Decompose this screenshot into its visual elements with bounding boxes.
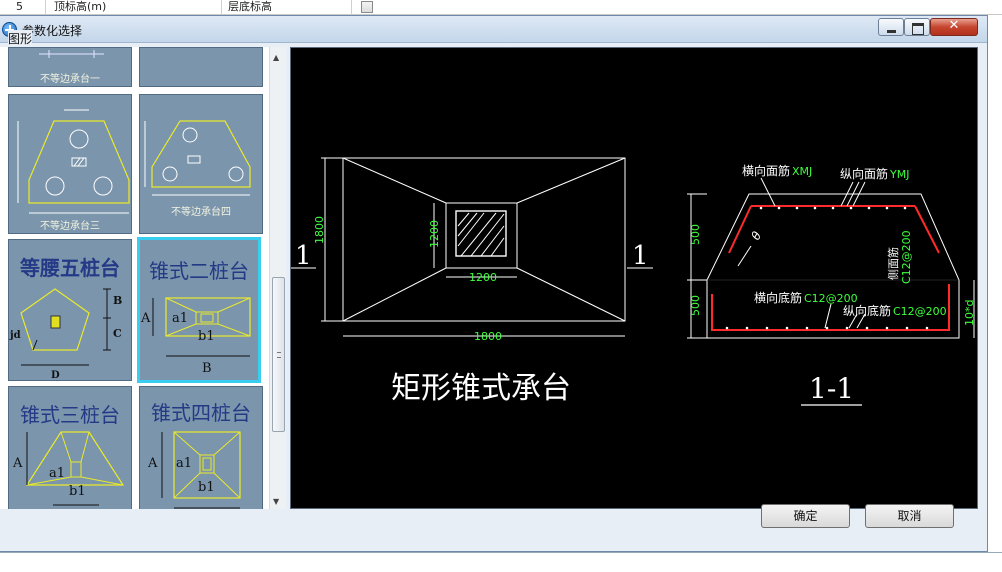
v-bot-rebar-value: C12@200 (893, 305, 947, 318)
dim-1800-vertical: 1800 (313, 216, 326, 244)
preview-canvas: 1800 1200 1200 1800 1 1 矩形锥式承台 500 500 1… (290, 47, 978, 509)
dim-1200-horizontal: 1200 (469, 271, 497, 284)
label-a1: a1 (176, 456, 192, 471)
tile-cone-4-pile[interactable]: 锥式四桩台 A a1 b1 (139, 386, 263, 509)
label-b1: b1 (69, 484, 86, 499)
shape-thumbnail-list: 不等边承台一 不等边承台三 不等边承台四 等腰五桩台 B C D jd 锥式二桩… (0, 47, 269, 509)
cone-3-pile-drawing: A a1 b1 (12, 431, 125, 506)
section-caption: 1-1 (809, 372, 854, 405)
thumbnail-scrollbar[interactable]: ▲ ▼ (269, 47, 286, 509)
cover-dim: 10*d (963, 300, 976, 326)
v-top-rebar-label: 纵向面筋 (840, 166, 888, 181)
cancel-button[interactable]: 取消 (865, 504, 954, 528)
isosceles-5-pile-drawing: B C D jd (9, 288, 122, 381)
close-button[interactable]: ✕ (930, 18, 978, 36)
label-jd: jd (9, 330, 21, 341)
close-icon: ✕ (948, 18, 960, 33)
scroll-up-icon[interactable]: ▲ (273, 53, 279, 62)
dim-1800-horizontal: 1800 (474, 330, 502, 343)
top-elevation-label: 顶标高(m) (50, 0, 222, 15)
dim-500-bottom: 500 (689, 295, 702, 316)
scroll-down-icon[interactable]: ▼ (273, 497, 279, 506)
section-mark-right: 1 (632, 241, 649, 271)
bottom-elevation-label: 层底标高 (224, 0, 352, 15)
tile-isosceles-5-pile[interactable]: 等腰五桩台 B C D jd (8, 239, 132, 381)
h-top-rebar-value: XMJ (792, 165, 812, 178)
minimize-icon[interactable] (878, 18, 904, 36)
label-a: A (147, 456, 158, 471)
side-rebar-label: 侧面筋 (886, 247, 900, 280)
label-b: B (113, 294, 122, 307)
h-top-rebar-label: 横向面筋 (742, 163, 790, 178)
dim-500-top: 500 (689, 224, 702, 245)
tile-blank-top[interactable] (139, 47, 263, 87)
tile-unequal-cap-4[interactable]: 不等边承台四 (139, 94, 263, 234)
tile-unequal-cap-3[interactable]: 不等边承台三 (8, 94, 132, 234)
label-b1: b1 (198, 480, 215, 495)
title-bar: 参数化选择 ✕ (0, 16, 987, 43)
cap-drawing: 1800 1200 1200 1800 1 1 矩形锥式承台 500 500 1… (291, 157, 976, 406)
cone-2-pile-drawing: A a1 b1 B (140, 297, 251, 376)
background-bottom-strip (0, 552, 1002, 572)
label-a: A (12, 456, 23, 471)
scrollbar-thumb[interactable] (272, 277, 285, 432)
tile-unequal-cap-1[interactable]: 不等边承台一 (8, 47, 132, 87)
label-a1: a1 (49, 466, 65, 481)
cone-4-pile-drawing: A a1 b1 (147, 431, 241, 509)
label-a1: a1 (172, 311, 188, 326)
scrollbar-grip (277, 352, 281, 358)
row-checkbox[interactable] (361, 1, 373, 13)
label-a: A (140, 311, 151, 326)
section-mark-left: 1 (295, 241, 312, 271)
label-b-big: B (202, 361, 212, 376)
tile-cone-3-pile[interactable]: 锥式三桩台 A a1 b1 (8, 386, 132, 509)
background-table-row: 5 顶标高(m) 层底标高 (0, 0, 1002, 15)
side-rebar-value: C12@200 (900, 230, 913, 284)
theta-label: θ (748, 229, 764, 243)
plan-caption: 矩形锥式承台 (391, 371, 571, 406)
label-b1: b1 (198, 329, 215, 344)
shape-group-label: 图形 (8, 30, 33, 47)
v-bot-rebar-label: 纵向底筋 (843, 303, 891, 318)
unequal-cap-3-drawing (17, 109, 130, 214)
label-d: D (51, 370, 60, 381)
row-number: 5 (12, 0, 46, 15)
tile-caption: 不等边承台四 (171, 207, 231, 218)
dim-1200-vertical: 1200 (428, 220, 441, 248)
ok-button[interactable]: 确定 (761, 504, 850, 528)
label-c: C (113, 327, 122, 340)
h-bot-rebar-label: 横向底筋 (754, 290, 802, 305)
tile-caption: 不等边承台一 (40, 74, 100, 85)
tile-cone-2-pile[interactable]: 锥式二桩台 A a1 b1 B (137, 237, 261, 383)
v-top-rebar-value: YMJ (889, 168, 909, 181)
tile-caption: 不等边承台三 (40, 221, 100, 232)
maximize-icon[interactable] (904, 18, 930, 36)
